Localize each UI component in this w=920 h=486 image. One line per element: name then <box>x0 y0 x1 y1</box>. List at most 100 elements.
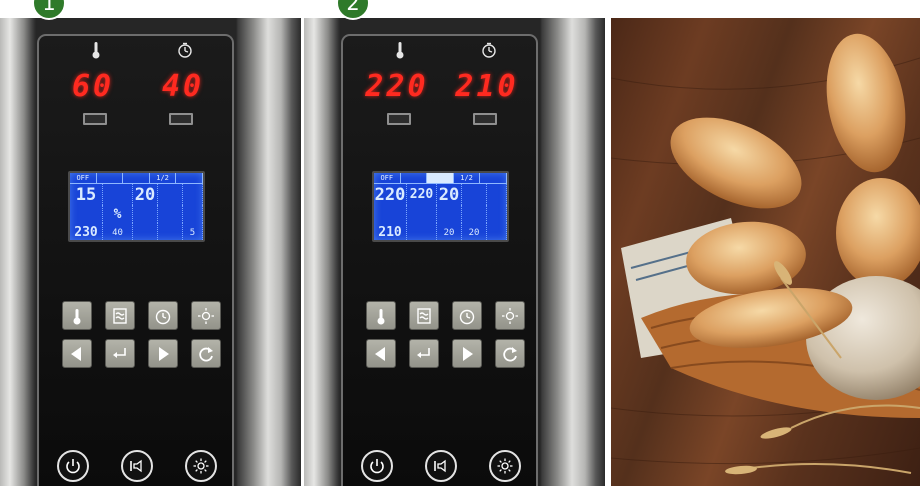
enter-return-icon <box>417 347 430 358</box>
lcd-tab-eco[interactable] <box>97 173 124 183</box>
oven-control-panel-1: 60 40 OFF 1/2 15 20 % 230 40 5 <box>0 18 301 486</box>
arrow-left-icon <box>71 346 81 361</box>
temperature-indicator <box>387 113 411 125</box>
control-face: 60 40 OFF 1/2 15 20 % 230 40 5 <box>37 34 234 486</box>
lcd-value: 20 <box>437 223 462 240</box>
lcd-tab-menu[interactable] <box>123 173 150 183</box>
lcd-tab-off[interactable]: OFF <box>374 173 401 183</box>
lcd-value <box>487 205 507 223</box>
cycle-key[interactable] <box>495 339 525 368</box>
lcd-value <box>183 205 203 223</box>
steam-mode-key[interactable] <box>409 301 439 330</box>
lcd-screen: OFF 1/2 15 20 % 230 40 5 <box>68 171 205 242</box>
arrow-left-icon <box>375 346 385 361</box>
lcd-value <box>437 205 462 223</box>
lcd-value <box>462 184 487 205</box>
lcd-values: 220 220 20 210 20 20 <box>374 184 507 240</box>
power-icon <box>66 459 80 474</box>
lcd-value <box>158 184 183 205</box>
step-badge-2: 2 <box>336 0 370 20</box>
timer-key[interactable] <box>148 301 178 330</box>
lcd-value: 15 <box>70 184 103 205</box>
lcd-tab-menu[interactable] <box>427 173 454 183</box>
light-sun-icon <box>198 307 214 324</box>
timer-icon <box>178 42 192 58</box>
lcd-values: 15 20 % 230 40 5 <box>70 184 203 240</box>
lcd-value: 5 <box>183 223 203 240</box>
thermometer-icon <box>92 42 100 59</box>
sound-button[interactable] <box>121 450 153 482</box>
thermometer-key-icon <box>73 308 81 324</box>
lcd-value <box>70 205 103 223</box>
lcd-value: 20 <box>133 184 158 205</box>
lcd-value: 220 <box>374 184 407 205</box>
lcd-value: 40 <box>103 223 133 240</box>
lcd-tab-off[interactable]: OFF <box>70 173 97 183</box>
right-key[interactable] <box>148 339 178 368</box>
lcd-tab-half[interactable]: 1/2 <box>150 173 177 183</box>
light-button[interactable] <box>185 450 217 482</box>
arrow-right-icon <box>159 346 169 361</box>
lcd-value <box>133 223 158 240</box>
power-icon <box>370 459 384 474</box>
lcd-value <box>374 205 407 223</box>
temperature-indicator <box>83 113 107 125</box>
lcd-value <box>407 223 437 240</box>
lcd-value: 220 <box>407 184 437 205</box>
light-icon <box>497 458 513 474</box>
lcd-value <box>407 205 437 223</box>
sound-icon <box>130 459 142 473</box>
sound-icon <box>434 459 446 473</box>
lcd-value <box>183 184 203 205</box>
enter-key[interactable] <box>409 339 439 368</box>
sound-button[interactable] <box>425 450 457 482</box>
timer-key[interactable] <box>452 301 482 330</box>
temperature-display: 60 <box>71 69 115 104</box>
light-button[interactable] <box>489 450 521 482</box>
steam-mode-icon <box>417 307 431 324</box>
timer-display: 40 <box>161 69 205 104</box>
control-face: 220 210 OFF 1/2 220 220 20 210 20 20 <box>341 34 538 486</box>
timer-key-icon <box>155 309 171 324</box>
light-key[interactable] <box>191 301 221 330</box>
timer-indicator <box>473 113 497 125</box>
lcd-value <box>133 205 158 223</box>
timer-icon <box>482 42 496 58</box>
lcd-tab-timer[interactable] <box>176 173 203 183</box>
lcd-tab-bar: OFF 1/2 <box>374 173 507 184</box>
timer-display: 210 <box>455 69 519 104</box>
temperature-key[interactable] <box>366 301 396 330</box>
lcd-value <box>487 223 507 240</box>
left-key[interactable] <box>366 339 396 368</box>
lcd-value: 210 <box>374 223 407 240</box>
power-button[interactable] <box>57 450 89 482</box>
step-badge-1: 1 <box>32 0 66 20</box>
thermometer-key-icon <box>377 308 385 324</box>
lcd-value: 20 <box>437 184 462 205</box>
lcd-value: 20 <box>462 223 487 240</box>
lcd-screen: OFF 1/2 220 220 20 210 20 20 <box>372 171 509 242</box>
enter-key[interactable] <box>105 339 135 368</box>
lcd-value <box>158 205 183 223</box>
left-key[interactable] <box>62 339 92 368</box>
power-button[interactable] <box>361 450 393 482</box>
refresh-cycle-icon <box>199 346 213 361</box>
lcd-value <box>462 205 487 223</box>
temperature-key[interactable] <box>62 301 92 330</box>
oven-control-panel-2: 220 210 OFF 1/2 220 220 20 210 20 20 <box>304 18 605 486</box>
lcd-tab-timer[interactable] <box>480 173 507 183</box>
right-key[interactable] <box>452 339 482 368</box>
bread-basket-illustration <box>611 33 920 475</box>
lcd-tab-bar: OFF 1/2 <box>70 173 203 184</box>
enter-return-icon <box>113 347 126 358</box>
cycle-key[interactable] <box>191 339 221 368</box>
lcd-tab-half[interactable]: 1/2 <box>454 173 481 183</box>
steam-mode-icon <box>113 307 127 324</box>
thermometer-icon <box>396 42 404 59</box>
lcd-value: 230 <box>70 223 103 240</box>
lcd-tab-eco[interactable] <box>401 173 428 183</box>
steam-mode-key[interactable] <box>105 301 135 330</box>
light-sun-icon <box>502 307 518 324</box>
arrow-right-icon <box>463 346 473 361</box>
light-key[interactable] <box>495 301 525 330</box>
